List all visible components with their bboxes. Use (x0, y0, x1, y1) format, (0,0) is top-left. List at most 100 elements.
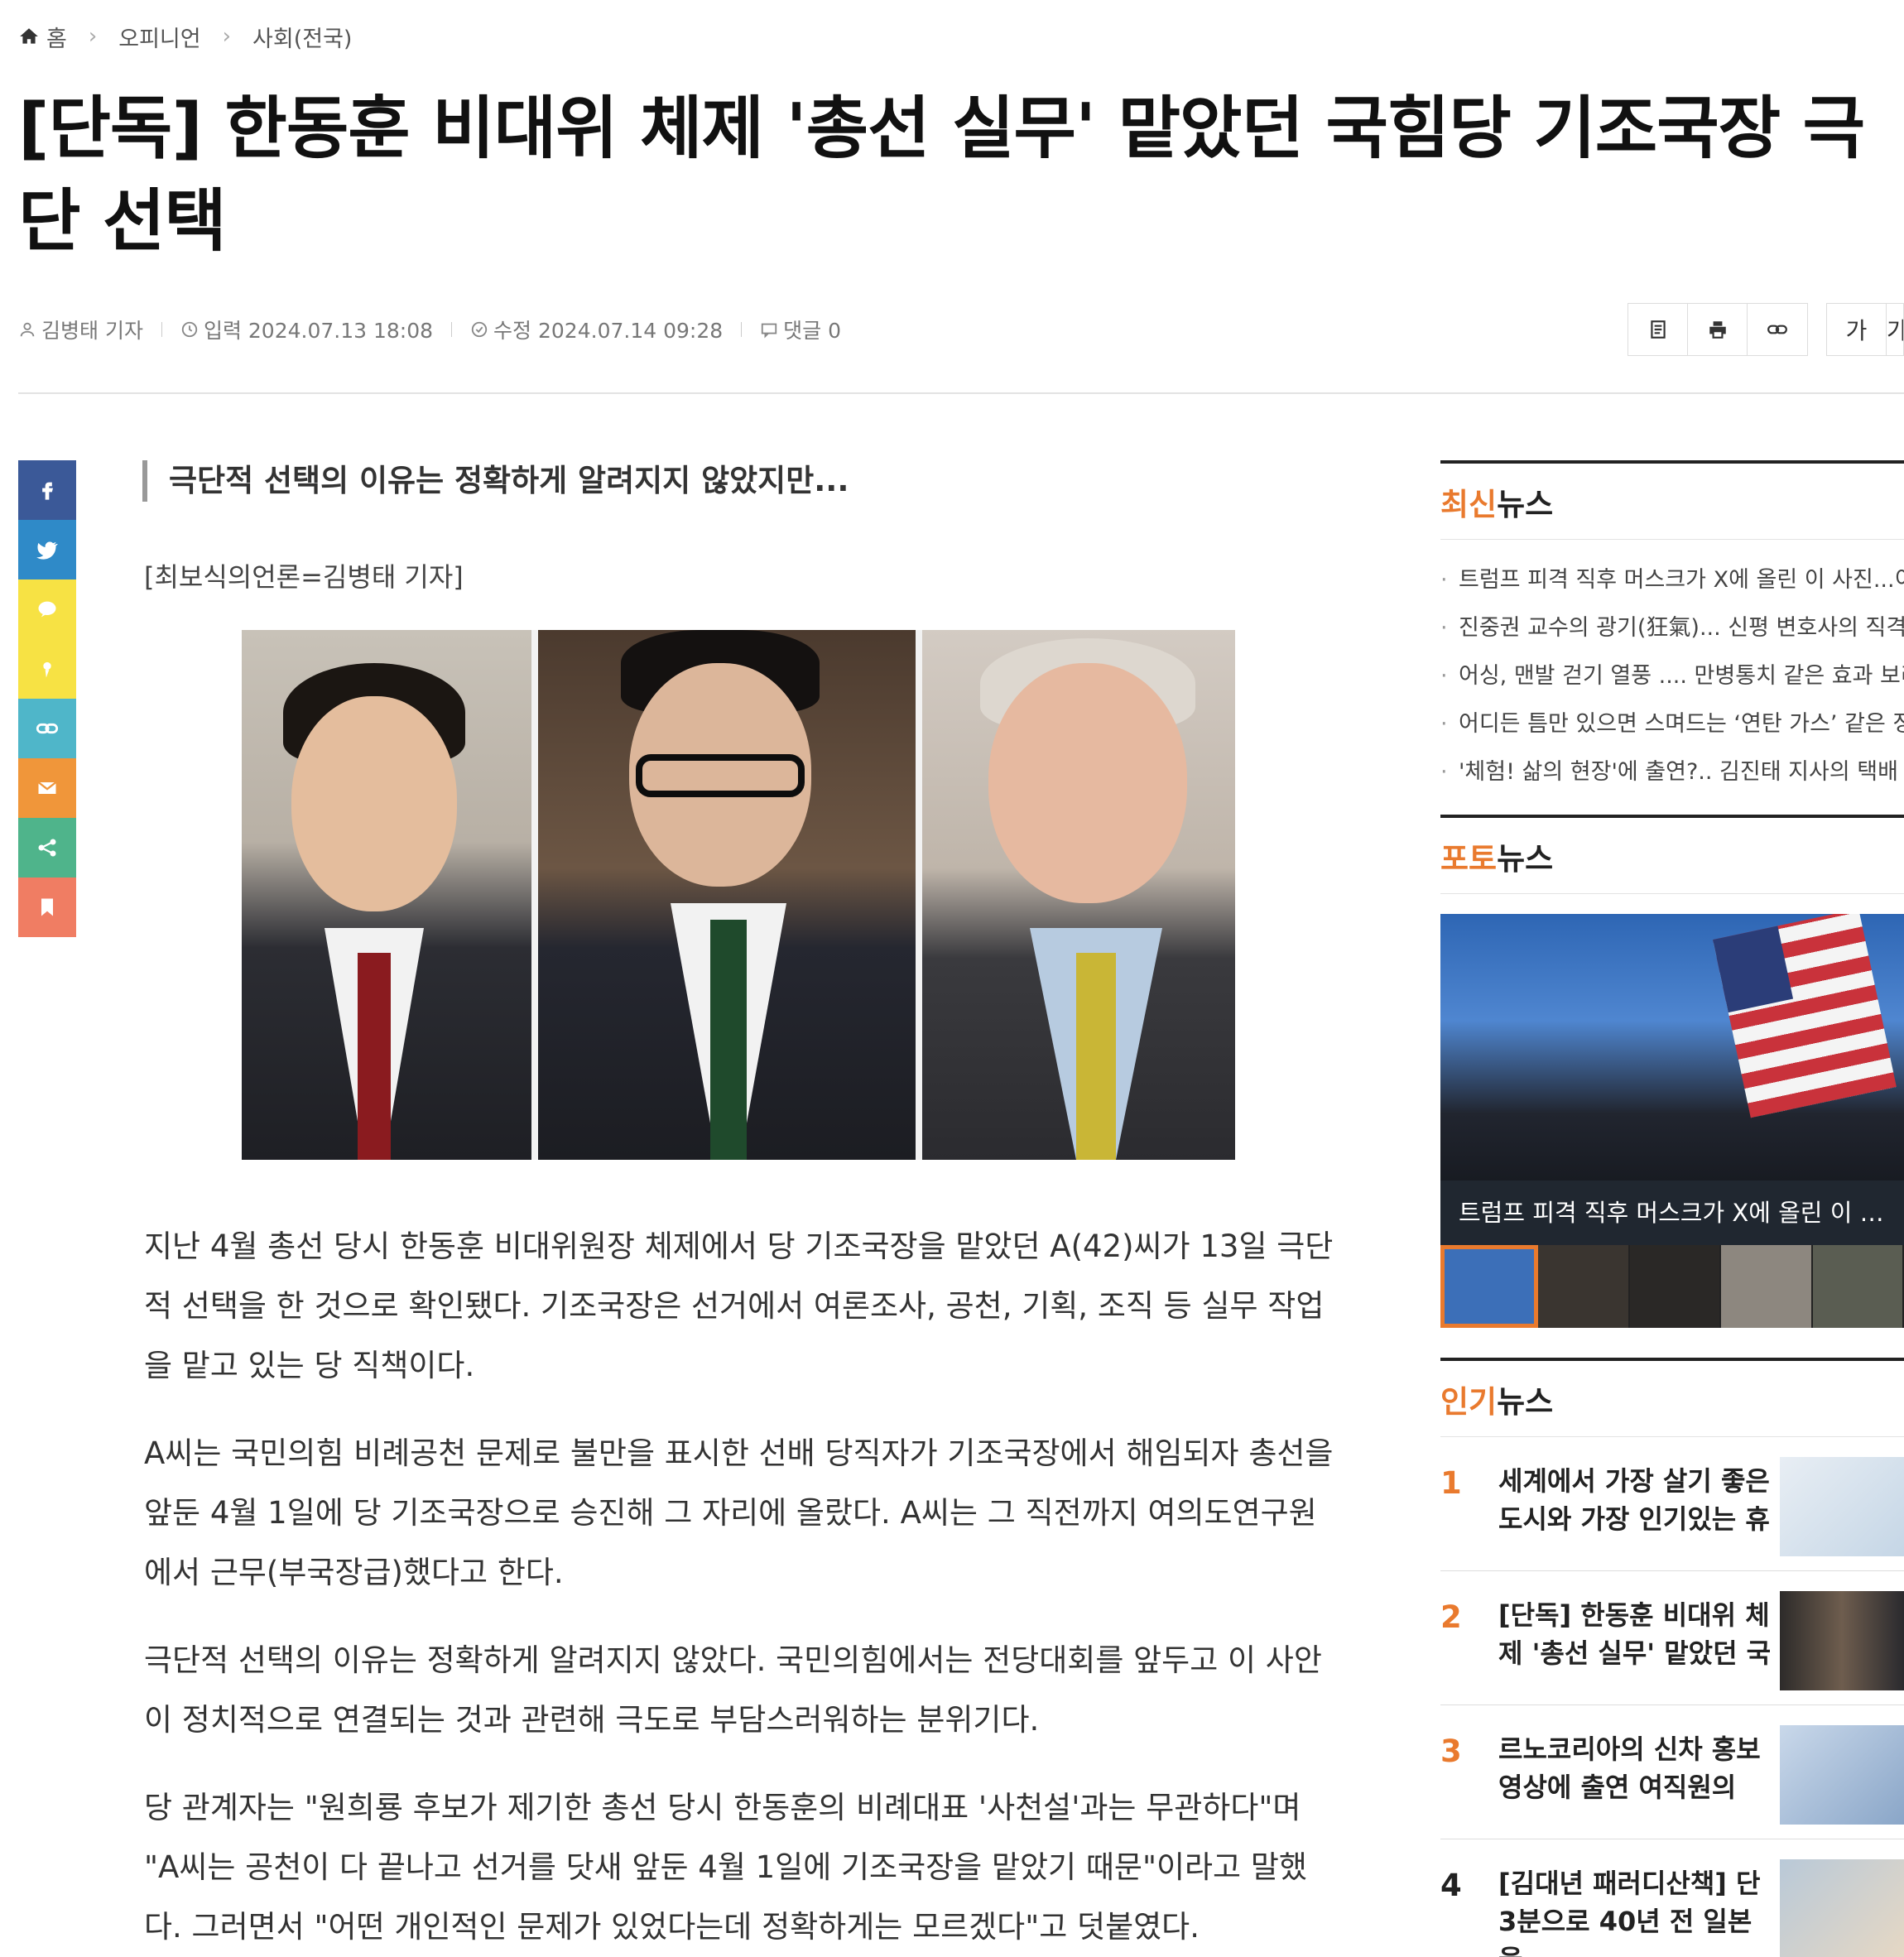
popular-news-heading-text: 뉴스 (1497, 1383, 1554, 1420)
person-icon (20, 322, 35, 337)
sidebar: 최신뉴스 트럼프 피격 직후 머스크가 X에 올린 이 사진...이 진중권 교… (1440, 460, 1904, 1957)
article-title: [단독] 한동훈 비대위 체제 '총선 실무' 맡았던 국힘당 기조국장 극단 … (18, 89, 1865, 261)
latest-news-heading[interactable]: 최신 뉴스 (1440, 460, 1904, 540)
created-date-text: 입력 2024.07.13 18:08 (203, 319, 434, 343)
article-photo (242, 630, 1235, 1160)
home-icon[interactable] (18, 26, 40, 47)
bookmark-button[interactable] (18, 878, 76, 937)
popular-news-item[interactable]: 3 르노코리아의 신차 홍보 영상에 출연 여직원의 (1440, 1705, 1904, 1839)
popular-news-title[interactable]: [김대년 패러디산책] 단 3분으로 40년 전 일본을 (1498, 1864, 1772, 1957)
photo-news-main-image[interactable] (1440, 914, 1904, 1180)
share-link-button[interactable] (18, 699, 76, 758)
photo-panel-right (922, 630, 1235, 1160)
copy-link-button[interactable] (1748, 304, 1807, 355)
chevron-right-icon: › (222, 24, 232, 49)
share-more-button[interactable] (18, 818, 76, 878)
popular-news-thumbnail[interactable] (1780, 1725, 1904, 1825)
photo-news-caption[interactable]: 트럼프 피격 직후 머스크가 X에 올린 이 … (1440, 1180, 1904, 1245)
photo-thumb[interactable] (1440, 1245, 1539, 1328)
breadcrumb-item-society[interactable]: 사회(전국) (252, 21, 352, 53)
tool-group-actions (1628, 303, 1808, 356)
popular-news-thumbnail[interactable] (1780, 1591, 1904, 1690)
article-tools: 가 가 (1609, 303, 1904, 356)
latest-news-item[interactable]: '체험! 삶의 현장'에 출연?.. 김진태 지사의 택배 (1440, 748, 1904, 796)
chevron-right-icon: › (88, 24, 98, 49)
font-increase-button[interactable]: 가 (1827, 304, 1887, 355)
article-subtitle: 극단적 선택의 이유는 정확하게 알려지지 않았지만... (142, 460, 849, 502)
article-body: 지난 4월 총선 당시 한동훈 비대위원장 체제에서 당 기조국장을 맡았던 A… (144, 1217, 1336, 1957)
share-mail-button[interactable] (18, 758, 76, 818)
font-decrease-button[interactable]: 가 (1887, 304, 1903, 355)
popular-news-thumbnail[interactable] (1780, 1457, 1904, 1556)
breadcrumb: 홈 › 오피니언 › 사회(전국) (18, 20, 352, 53)
share-facebook-button[interactable] (18, 460, 76, 520)
share-bar (18, 460, 76, 937)
comments-count: 댓글 0 (783, 319, 841, 343)
article-paragraph: 당 관계자는 "원희룡 후보가 제기한 총선 당시 한동훈의 비례대표 '사천설… (144, 1790, 1307, 1945)
share-twitter-button[interactable] (18, 520, 76, 579)
facebook-icon (42, 482, 53, 500)
popular-news-heading[interactable]: 인기 뉴스 (1440, 1358, 1904, 1437)
divider (161, 322, 162, 337)
popular-news-heading-highlight: 인기 (1440, 1383, 1498, 1420)
rank-number: 4 (1440, 1868, 1462, 1903)
photo-news-thumbnails (1440, 1245, 1904, 1328)
kakaostory-icon (43, 661, 51, 678)
photo-news-heading[interactable]: 포토 뉴스 (1440, 815, 1904, 894)
divider (451, 322, 453, 337)
share-kakaostory-button[interactable] (18, 639, 76, 699)
link-icon (1767, 325, 1787, 334)
latest-news-item[interactable]: 어싱, 맨발 걷기 열풍 .... 만병통치 같은 효과 보리 (1440, 652, 1904, 700)
share-icon (38, 839, 56, 857)
popular-news-item[interactable]: 4 [김대년 패러디산책] 단 3분으로 40년 전 일본을 (1440, 1839, 1904, 1957)
photo-thumb[interactable] (1721, 1245, 1813, 1328)
bookmark-icon (41, 898, 53, 916)
divider (741, 322, 743, 337)
share-kakaotalk-button[interactable] (18, 579, 76, 639)
comment-icon (761, 323, 777, 339)
latest-news-heading-highlight: 최신 (1440, 486, 1498, 522)
document-icon (1650, 320, 1666, 339)
popular-news-title[interactable]: 세계에서 가장 살기 좋은 도시와 가장 인기있는 휴 (1498, 1462, 1772, 1538)
rank-number: 2 (1440, 1599, 1462, 1635)
popular-news-title[interactable]: 르노코리아의 신차 홍보 영상에 출연 여직원의 (1498, 1730, 1772, 1806)
flag-image (1713, 914, 1897, 1118)
article-list-button[interactable] (1628, 304, 1688, 355)
article-meta: 김병태 기자 입력 2024.07.13 18:08 수정 2024.07.14… (18, 313, 841, 346)
latest-news-list: 트럼프 피격 직후 머스크가 X에 올린 이 사진...이 진중권 교수의 광기… (1440, 540, 1904, 815)
author[interactable]: 김병태 기자 (18, 315, 143, 344)
divider (18, 392, 1904, 394)
latest-news-item[interactable]: 어디든 틈만 있으면 스며드는 ‘연탄 가스’ 같은 정 (1440, 700, 1904, 748)
popular-news-title[interactable]: [단독] 한동훈 비대위 체제 '총선 실무' 맡았던 국 (1498, 1596, 1772, 1672)
check-circle-icon (471, 321, 488, 338)
breadcrumb-item-opinion[interactable]: 오피니언 (118, 21, 200, 53)
speech-bubble-icon (38, 601, 56, 618)
popular-news-thumbnail[interactable] (1780, 1859, 1904, 1957)
updated-date: 수정 2024.07.14 09:28 (470, 315, 723, 344)
photo-news-slider[interactable]: 트럼프 피격 직후 머스크가 X에 올린 이 … (1440, 914, 1904, 1328)
latest-news-item[interactable]: 트럼프 피격 직후 머스크가 X에 올린 이 사진...이 (1440, 556, 1904, 604)
latest-news-heading-text: 뉴스 (1497, 486, 1554, 522)
comments-link[interactable]: 댓글 0 (760, 315, 841, 344)
breadcrumb-home[interactable]: 홈 (46, 21, 67, 53)
photo-panel-left (242, 630, 531, 1160)
article-byline: [최보식의언론=김병태 기자] (144, 561, 464, 593)
print-icon (1709, 321, 1726, 339)
photo-thumb[interactable] (1538, 1245, 1630, 1328)
tool-group-font: 가 가 (1826, 303, 1904, 356)
article-paragraph: A씨는 국민의힘 비례공천 문제로 불만을 표시한 선배 당직자가 기조국장에서… (144, 1435, 1334, 1590)
popular-news-list: 1 세계에서 가장 살기 좋은 도시와 가장 인기있는 휴 2 [단독] 한동훈… (1440, 1437, 1904, 1957)
popular-news-item[interactable]: 2 [단독] 한동훈 비대위 체제 '총선 실무' 맡았던 국 (1440, 1571, 1904, 1705)
print-button[interactable] (1688, 304, 1748, 355)
clock-icon (181, 321, 198, 338)
twitter-icon (36, 541, 58, 560)
author-name: 김병태 기자 (41, 319, 143, 343)
updated-date-text: 수정 2024.07.14 09:28 (493, 319, 724, 343)
photo-thumb[interactable] (1629, 1245, 1722, 1328)
popular-news-item[interactable]: 1 세계에서 가장 살기 좋은 도시와 가장 인기있는 휴 (1440, 1437, 1904, 1571)
article-paragraph: 극단적 선택의 이유는 정확하게 알려지지 않았다. 국민의힘에서는 전당대회를… (144, 1642, 1322, 1738)
latest-news-item[interactable]: 진중권 교수의 광기(狂氣)... 신평 변호사의 직격 (1440, 604, 1904, 652)
photo-news-heading-text: 뉴스 (1497, 840, 1554, 877)
photo-thumb[interactable] (1812, 1245, 1904, 1328)
created-date: 입력 2024.07.13 18:08 (180, 315, 433, 344)
